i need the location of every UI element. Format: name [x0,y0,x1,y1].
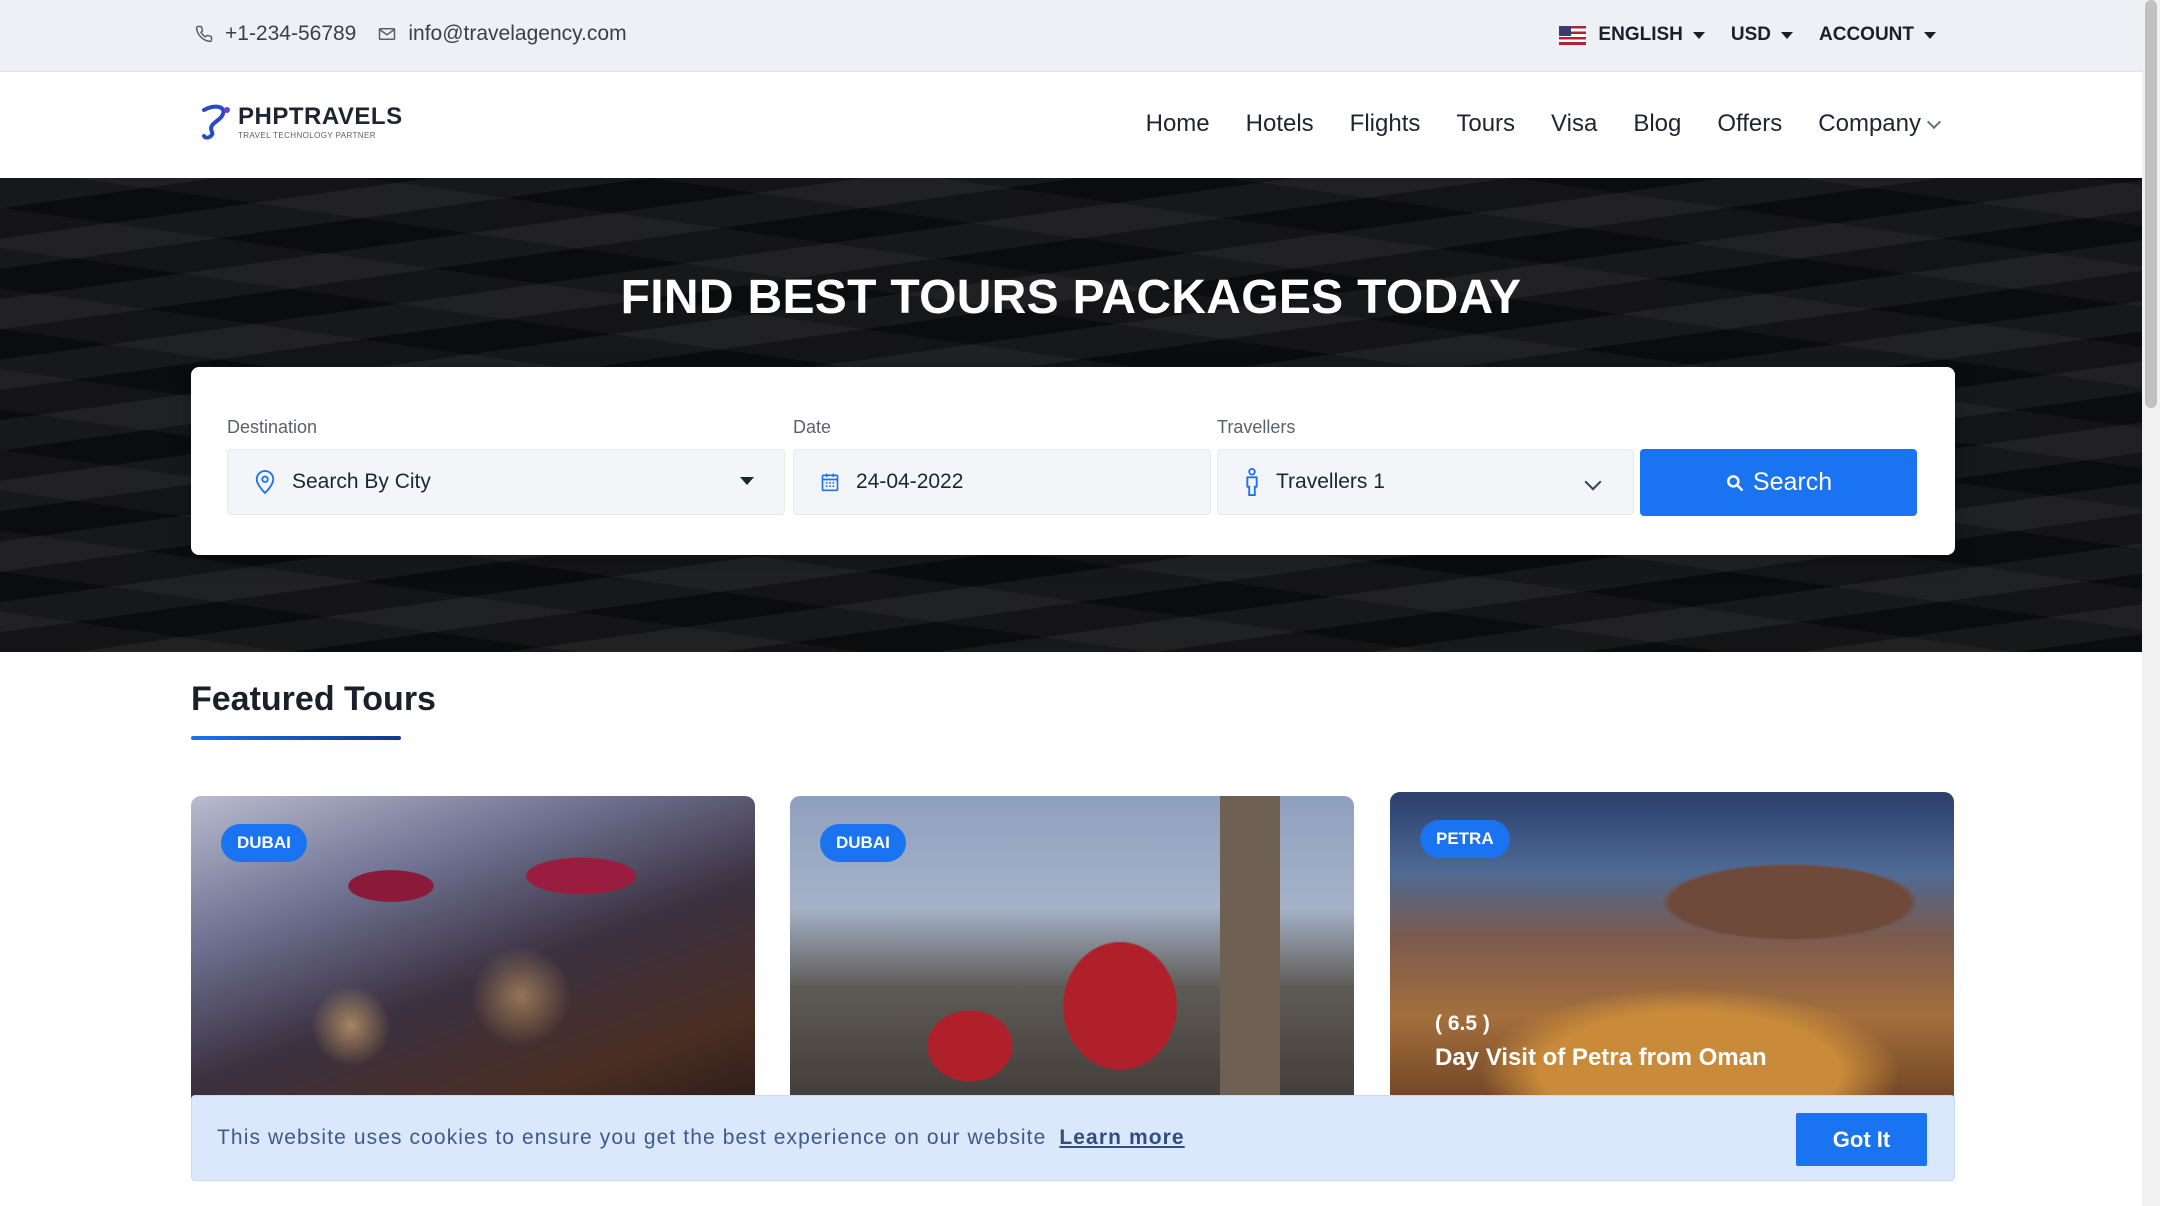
date-input[interactable]: 24-04-2022 [793,449,1211,515]
nav-company-label: Company [1818,110,1921,137]
us-flag-icon [1559,25,1587,45]
scrollbar-thumb[interactable] [2145,0,2157,408]
cookie-message: This website uses cookies to ensure you … [217,1126,1185,1150]
contact-info: +1-234-56789 info@travelagency.com [195,22,649,46]
main-navbar: PHPTRAVELS TRAVEL TECHNOLOGY PARTNER Hom… [0,72,2142,178]
date-label: Date [793,417,832,437]
date-value: 24-04-2022 [856,470,964,493]
currency-label: USD [1730,24,1771,45]
nav-menu: Home Hotels Flights Tours Visa Blog Offe… [1110,110,1942,138]
logo-tagline: TRAVEL TECHNOLOGY PARTNER [238,130,376,140]
nav-hotels[interactable]: Hotels [1246,110,1314,138]
caret-down-icon [1781,31,1793,39]
language-label: ENGLISH [1598,24,1683,45]
top-bar: +1-234-56789 info@travelagency.com ENGLI… [0,0,2142,72]
cookie-text: This website uses cookies to ensure you … [217,1126,1047,1149]
logo-text: PHPTRAVELS TRAVEL TECHNOLOGY PARTNER [238,102,403,140]
nav-flights[interactable]: Flights [1350,110,1421,138]
title-underline [191,736,401,740]
travellers-label: Travellers [1217,417,1296,437]
site-logo[interactable]: PHPTRAVELS TRAVEL TECHNOLOGY PARTNER [200,102,403,142]
destination-select[interactable]: Search By City [227,449,785,515]
nav-blog[interactable]: Blog [1633,110,1681,138]
account-label: ACCOUNT [1819,24,1914,45]
dropdown-caret-icon [740,477,754,485]
travellers-value: Travellers 1 [1276,470,1385,493]
topbar-controls: ENGLISH USD ACCOUNT [1533,24,1936,46]
nav-visa[interactable]: Visa [1551,110,1597,138]
map-pin-icon [255,470,275,495]
hero-title: FIND BEST TOURS PACKAGES TODAY [620,271,1522,324]
travellers-select[interactable]: Travellers 1 [1217,449,1634,515]
phone-link[interactable]: +1-234-56789 [195,22,356,46]
tour-rating: ( 6.5 ) [1435,1012,1490,1035]
person-icon [1246,468,1258,496]
location-badge: DUBAI [221,824,307,862]
mail-icon [379,28,396,40]
caret-down-icon [1692,31,1705,39]
nav-company[interactable]: Company [1818,110,1942,138]
search-button[interactable]: Search [1640,449,1917,516]
chevron-down-icon [1584,473,1602,491]
phone-number: +1-234-56789 [225,22,357,45]
logo-brand: PHPTRAVELS [238,102,403,130]
caret-down-icon [1924,31,1936,39]
tour-search-form: Destination Search By City Date 24-04-20… [191,367,1955,555]
email-link[interactable]: info@travelagency.com [378,22,627,46]
search-icon [1726,474,1744,491]
language-dropdown[interactable]: ENGLISH [1559,24,1705,46]
email-address: info@travelagency.com [408,22,627,45]
tour-name[interactable]: Day Visit of Petra from Oman [1435,1044,1767,1072]
nav-home[interactable]: Home [1146,110,1210,138]
chevron-down-icon [1926,114,1942,130]
currency-dropdown[interactable]: USD [1731,24,1793,46]
tour-card[interactable]: PETRA ( 6.5 ) Day Visit of Petra from Om… [1390,792,1954,1112]
logo-mark-icon [202,104,230,140]
account-dropdown[interactable]: ACCOUNT [1819,24,1936,46]
location-badge: PETRA [1420,820,1510,858]
location-badge: DUBAI [820,824,906,862]
page-scrollbar[interactable] [2142,0,2160,1206]
destination-label: Destination [227,417,318,437]
cookie-accept-button[interactable]: Got It [1796,1113,1927,1166]
tour-card[interactable]: DUBAI [790,796,1354,1116]
phone-icon [195,25,213,43]
destination-value: Search By City [292,470,431,493]
featured-tours-title: Featured Tours [191,680,436,718]
nav-tours[interactable]: Tours [1456,110,1515,138]
cookie-banner: This website uses cookies to ensure you … [191,1095,1955,1181]
tour-card[interactable]: DUBAI [191,796,755,1116]
nav-offers[interactable]: Offers [1717,110,1782,138]
search-button-label: Search [1752,468,1833,496]
calendar-icon [821,473,839,492]
learn-more-link[interactable]: Learn more [1059,1126,1184,1149]
